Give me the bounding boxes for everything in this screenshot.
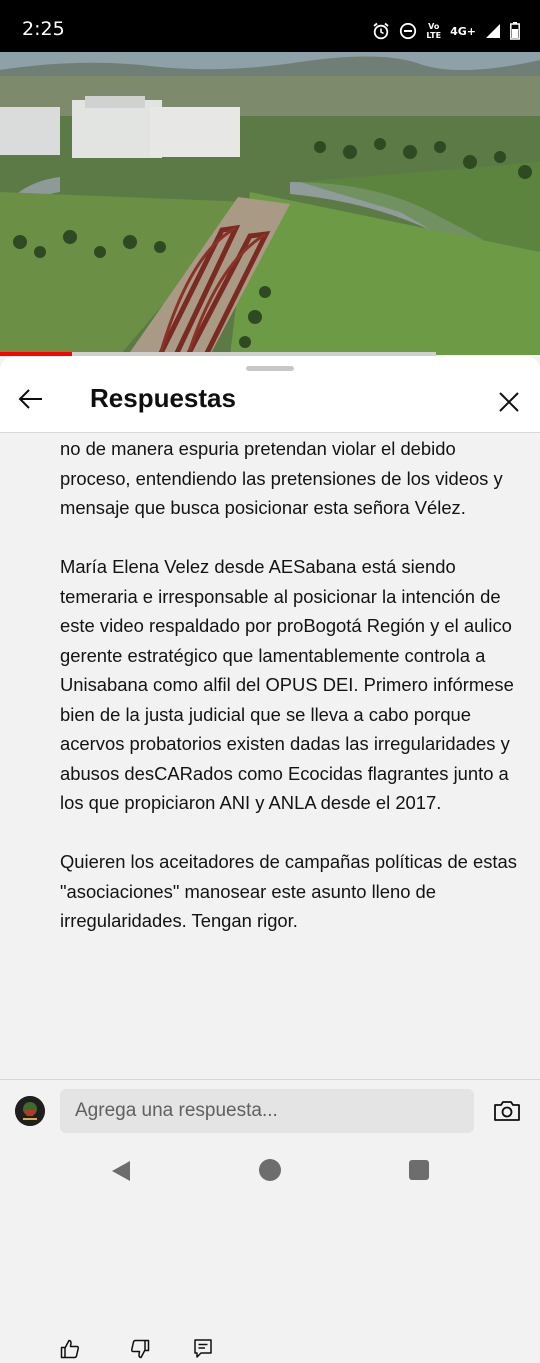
header-divider	[0, 432, 540, 433]
replies-sheet: Respuestas no de manera espuria pretenda…	[0, 356, 540, 1359]
reply-input[interactable]	[60, 1089, 474, 1133]
sheet-title: Respuestas	[90, 383, 236, 413]
camera-icon[interactable]	[494, 1100, 520, 1121]
signal-icon	[486, 24, 500, 38]
comment-icon[interactable]	[194, 1339, 212, 1359]
close-icon[interactable]	[498, 391, 520, 413]
comment-text: no de manera espuria pretendan violar el…	[60, 434, 520, 936]
comment-paragraph: Quieren los aceitadores de campañas polí…	[60, 851, 517, 931]
status-icons: Vo LTE 4G+	[372, 18, 520, 44]
system-nav-bar	[0, 1146, 540, 1200]
battery-icon	[510, 22, 520, 40]
nav-back-icon[interactable]	[111, 1160, 131, 1182]
avatar	[15, 1096, 45, 1126]
video-player[interactable]	[0, 52, 540, 355]
nav-recents-icon[interactable]	[409, 1160, 429, 1180]
do-not-disturb-icon	[400, 22, 417, 40]
thumb-up-icon[interactable]	[60, 1339, 80, 1359]
network-type: 4G+	[450, 24, 476, 38]
volte-indicator: Vo LTE	[426, 22, 442, 40]
comment-paragraph: María Elena Velez desde AESabana está si…	[60, 556, 514, 813]
thumb-down-icon[interactable]	[130, 1339, 150, 1359]
status-time: 2:25	[22, 18, 65, 40]
comment-paragraph: no de manera espuria pretendan violar el…	[60, 438, 503, 518]
alarm-icon	[373, 22, 389, 40]
arrow-left-icon[interactable]	[18, 388, 44, 410]
drag-handle[interactable]	[246, 366, 294, 371]
reply-bar	[0, 1079, 540, 1146]
video-frame	[0, 52, 540, 355]
nav-home-icon[interactable]	[259, 1159, 281, 1181]
